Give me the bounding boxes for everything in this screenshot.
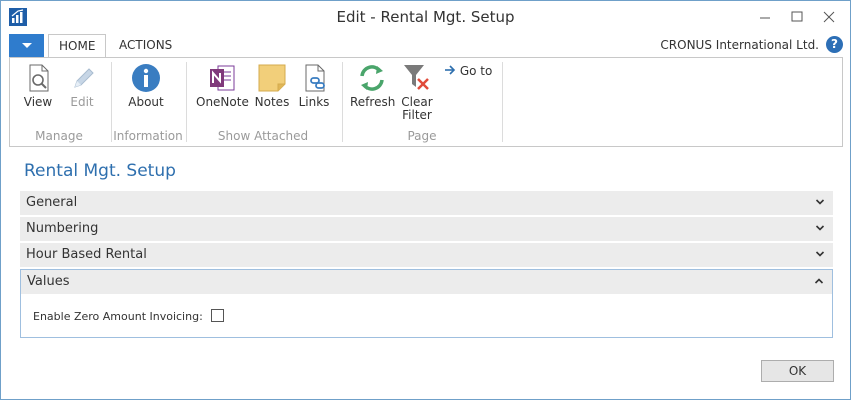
refresh-button[interactable]: Refresh	[350, 62, 396, 109]
group-information: About Information	[113, 58, 183, 146]
page-title: Rental Mgt. Setup	[24, 161, 176, 181]
tab-actions[interactable]: ACTIONS	[109, 34, 182, 57]
onenote-button[interactable]: OneNote	[196, 62, 249, 109]
help-icon[interactable]: ?	[826, 36, 843, 53]
ribbon-tabstrip: HOME ACTIONS CRONUS International Ltd. ?	[9, 34, 843, 58]
close-icon[interactable]	[819, 7, 839, 27]
ok-button[interactable]: OK	[761, 360, 834, 382]
about-button[interactable]: About	[121, 62, 171, 109]
group-manage: View Edit Manage	[10, 58, 108, 146]
notes-icon	[258, 64, 286, 92]
onenote-label: OneNote	[196, 95, 249, 109]
edit-pencil-icon	[74, 68, 94, 88]
clear-filter-icon	[404, 65, 429, 90]
chevron-down-icon	[815, 199, 825, 205]
group-show-attached: OneNote Notes Links Show Attached	[188, 58, 338, 146]
goto-button[interactable]: Go to	[444, 64, 492, 78]
chevron-down-icon	[815, 251, 825, 257]
ribbon: View Edit Manage About Information OneNo…	[9, 57, 843, 147]
notes-button[interactable]: Notes	[254, 62, 290, 109]
group-page: Refresh Clear Filter Go to Page	[344, 58, 500, 146]
app-menu-button[interactable]	[9, 34, 44, 57]
links-label: Links	[298, 95, 330, 109]
group-label-show-attached: Show Attached	[217, 129, 309, 143]
edit-button[interactable]: Edit	[62, 62, 102, 109]
refresh-icon	[360, 65, 384, 91]
enable-zero-amount-invoicing-label: Enable Zero Amount Invoicing:	[33, 310, 203, 323]
view-button[interactable]: View	[18, 62, 58, 109]
fasttab-general[interactable]: General	[20, 191, 833, 215]
ribbon-separator	[502, 62, 503, 142]
fasttab-hour-based-rental[interactable]: Hour Based Rental	[20, 243, 833, 267]
ribbon-separator	[111, 62, 112, 142]
title-bar: Edit - Rental Mgt. Setup	[1, 1, 850, 33]
links-button[interactable]: Links	[296, 62, 332, 109]
fasttab-label: Values	[27, 274, 70, 289]
chevron-up-icon	[814, 278, 824, 284]
minimize-icon[interactable]	[755, 7, 775, 27]
group-label-page: Page	[407, 129, 437, 143]
fasttab-label: General	[26, 195, 78, 210]
enable-zero-amount-invoicing-checkbox[interactable]	[211, 309, 224, 322]
view-label: View	[23, 95, 53, 109]
onenote-icon	[210, 65, 235, 91]
tab-home[interactable]: HOME	[48, 34, 107, 58]
company-name[interactable]: CRONUS International Ltd.	[660, 38, 819, 52]
dialog-window: Edit - Rental Mgt. Setup HOME ACTIONS CR…	[0, 0, 851, 400]
maximize-icon[interactable]	[787, 7, 807, 27]
fasttab-numbering[interactable]: Numbering	[20, 217, 833, 241]
clear-filter-label-2: Filter	[402, 108, 432, 122]
ribbon-separator	[186, 62, 187, 142]
fasttab-values[interactable]: Values	[21, 270, 832, 294]
chevron-down-icon	[815, 225, 825, 231]
group-label-manage: Manage	[35, 129, 83, 143]
fasttab-label: Numbering	[26, 221, 99, 236]
info-icon	[132, 64, 160, 92]
refresh-label: Refresh	[350, 95, 396, 109]
window-title: Edit - Rental Mgt. Setup	[336, 8, 515, 26]
goto-label: Go to	[459, 64, 493, 78]
clear-filter-button[interactable]: Clear Filter	[400, 62, 434, 122]
view-icon	[29, 64, 49, 92]
edit-label: Edit	[70, 95, 94, 109]
arrow-right-icon	[445, 65, 456, 75]
fasttab-values-panel: Values Enable Zero Amount Invoicing:	[20, 269, 833, 338]
fasttab-label: Hour Based Rental	[26, 247, 147, 262]
links-icon	[305, 64, 325, 92]
about-label: About	[128, 95, 164, 109]
notes-label: Notes	[254, 95, 290, 109]
ribbon-separator	[342, 62, 343, 142]
group-label-information: Information	[113, 129, 183, 143]
